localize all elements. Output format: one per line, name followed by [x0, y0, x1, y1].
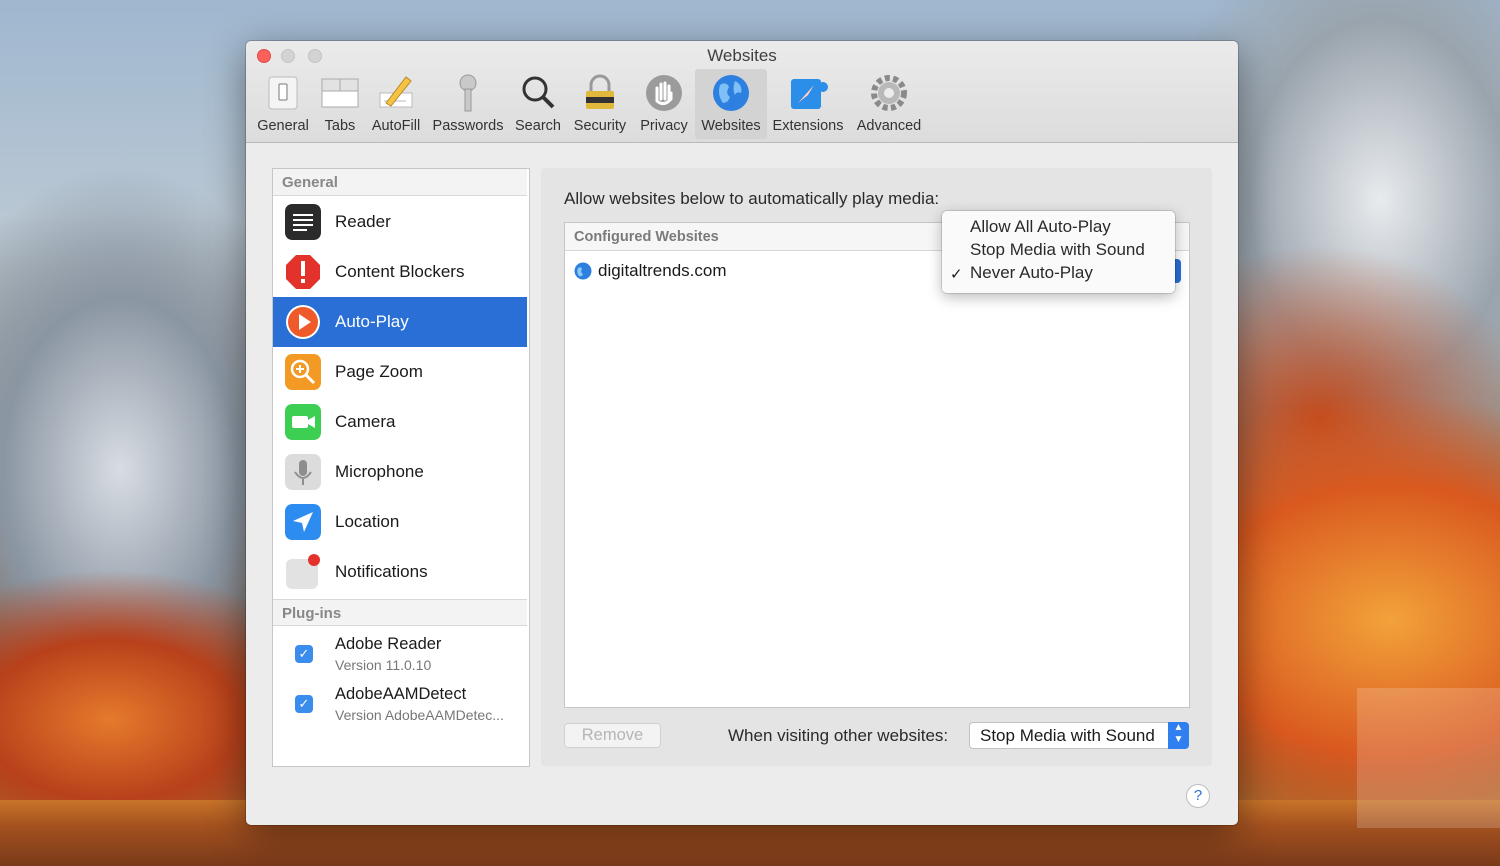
- toolbar-tabs[interactable]: Tabs: [316, 69, 364, 139]
- plugin-checkbox[interactable]: ✓: [295, 645, 313, 663]
- visiting-label: When visiting other websites:: [728, 726, 949, 745]
- pencil-form-icon: [379, 76, 413, 108]
- menu-item-stop-media[interactable]: Stop Media with Sound: [970, 240, 1145, 260]
- sidebar: General Reader Content Blockers Auto-Pla…: [272, 168, 530, 767]
- play-icon: [286, 305, 320, 339]
- sidebar-header-plugins: Plug-ins: [273, 599, 527, 626]
- key-icon: [459, 74, 477, 112]
- toolbar-advanced[interactable]: Advanced: [852, 69, 926, 139]
- title-bar: Websites General Tabs AutoFill Passwords…: [246, 41, 1238, 143]
- row-popup-button[interactable]: [1175, 259, 1181, 283]
- help-button[interactable]: ?: [1186, 784, 1210, 808]
- menu-item-allow-all[interactable]: Allow All Auto-Play: [970, 217, 1111, 237]
- preferences-window: Websites General Tabs AutoFill Passwords…: [246, 41, 1238, 825]
- stop-sign-icon: [286, 255, 320, 289]
- general-switch-icon: [268, 76, 298, 110]
- plugin-item[interactable]: ✓ AdobeAAMDetect Version AdobeAAMDetec..…: [273, 677, 527, 727]
- window-title: Websites: [707, 46, 777, 65]
- sidebar-item-microphone[interactable]: Microphone: [273, 447, 527, 497]
- padlock-icon: [586, 74, 614, 109]
- checkmark-icon: ✓: [950, 266, 963, 283]
- reader-icon: [285, 204, 321, 240]
- globe-icon: [574, 262, 592, 280]
- gear-icon: [871, 75, 907, 111]
- notification-badge-icon: [286, 554, 320, 589]
- sidebar-item-notifications[interactable]: Notifications: [273, 547, 527, 597]
- remove-button[interactable]: Remove: [564, 723, 661, 748]
- toolbar-autofill[interactable]: AutoFill: [368, 69, 424, 139]
- tabs-icon: [321, 78, 359, 108]
- globe-icon: [713, 75, 749, 111]
- puzzle-compass-icon: [791, 79, 828, 109]
- camera-icon: [285, 404, 321, 440]
- sidebar-item-content-blockers[interactable]: Content Blockers: [273, 247, 527, 297]
- toolbar-security[interactable]: Security: [570, 69, 630, 139]
- sidebar-item-location[interactable]: Location: [273, 497, 527, 547]
- menu-item-never[interactable]: Never Auto-Play: [970, 263, 1093, 283]
- chevron-updown-icon: ▲ ▼: [1168, 722, 1189, 749]
- zoom-icon: [285, 354, 321, 390]
- plugin-item[interactable]: ✓ Adobe Reader Version 11.0.10: [273, 627, 527, 677]
- toolbar-extensions[interactable]: Extensions: [770, 69, 846, 139]
- sidebar-header-general: General: [273, 169, 527, 196]
- sidebar-item-reader[interactable]: Reader: [273, 197, 527, 247]
- sidebar-item-page-zoom[interactable]: Page Zoom: [273, 347, 527, 397]
- toolbar-search[interactable]: Search: [510, 69, 566, 139]
- hand-icon: [646, 75, 682, 111]
- autoplay-caption: Allow websites below to automatically pl…: [564, 189, 940, 208]
- microphone-icon: [285, 454, 321, 490]
- toolbar-general[interactable]: General: [252, 69, 314, 139]
- toolbar-privacy[interactable]: Privacy: [636, 69, 692, 139]
- magnifier-icon: [522, 76, 555, 109]
- configured-websites-table: Configured Websites digitaltrends.com: [564, 222, 1190, 708]
- location-arrow-icon: [285, 504, 321, 540]
- sidebar-item-camera[interactable]: Camera: [273, 397, 527, 447]
- sidebar-item-auto-play[interactable]: Auto-Play: [273, 297, 527, 347]
- watermark: [1357, 688, 1500, 828]
- autoplay-popup-menu: Allow All Auto-Play Stop Media with Soun…: [942, 211, 1175, 293]
- plugin-checkbox[interactable]: ✓: [295, 695, 313, 713]
- toolbar-websites[interactable]: Websites: [695, 69, 767, 139]
- other-websites-select[interactable]: Stop Media with Sound ▲ ▼: [969, 722, 1189, 749]
- toolbar-passwords[interactable]: Passwords: [430, 69, 506, 139]
